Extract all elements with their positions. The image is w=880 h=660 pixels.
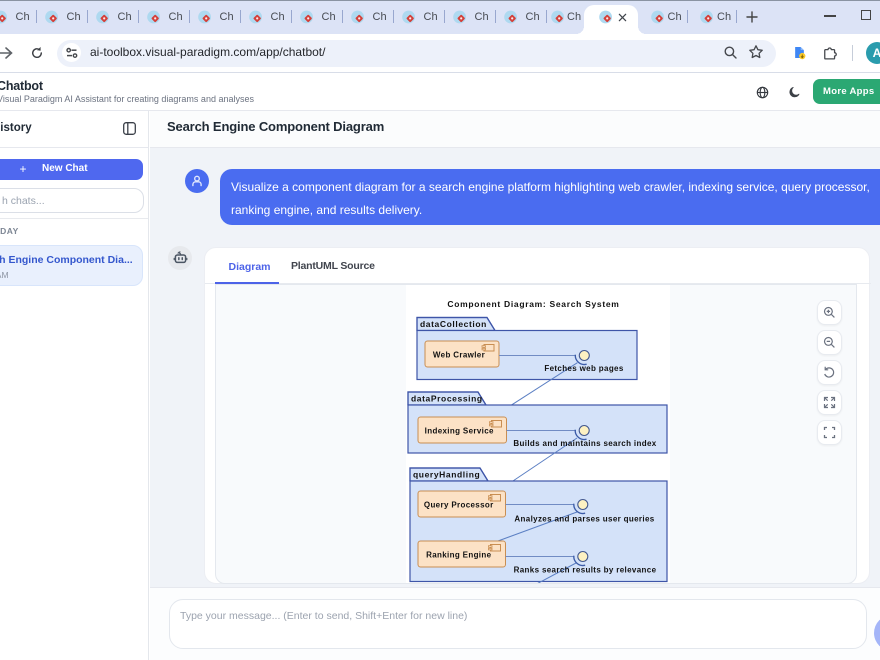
svg-text:Component Diagram: Search Syst: Component Diagram: Search System (447, 299, 619, 309)
svg-text:Ranking Engine: Ranking Engine (426, 551, 492, 560)
svg-text:Indexing Service: Indexing Service (425, 427, 494, 436)
svg-text:Query Processor: Query Processor (424, 501, 494, 510)
svg-text:Analyzes and parses user queri: Analyzes and parses user queries (514, 515, 654, 524)
svg-text:Ranks search results by releva: Ranks search results by relevance (514, 566, 657, 575)
svg-text:Fetches web pages: Fetches web pages (544, 364, 624, 373)
svg-text:dataProcessing: dataProcessing (411, 394, 483, 404)
svg-text:dataCollection: dataCollection (420, 319, 487, 329)
svg-text:Web Crawler: Web Crawler (433, 351, 485, 360)
svg-text:queryHandling: queryHandling (413, 470, 480, 480)
svg-text:Builds and maintains search in: Builds and maintains search index (513, 439, 656, 448)
